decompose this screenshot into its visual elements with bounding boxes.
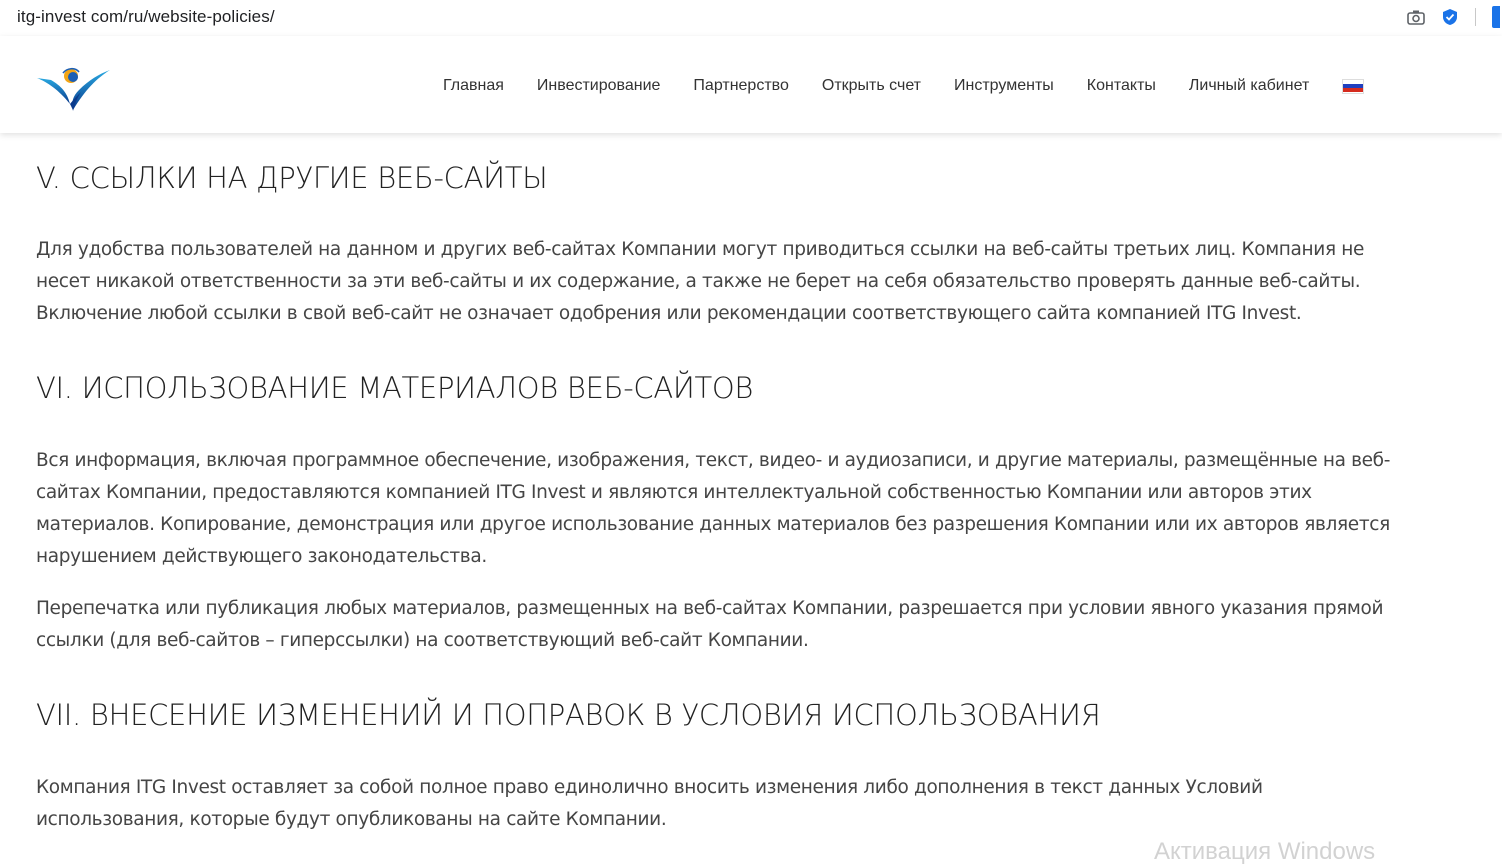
nav-item-contacts[interactable]: Контакты bbox=[1087, 77, 1156, 95]
language-flag-ru[interactable] bbox=[1342, 78, 1365, 94]
section-paragraph: Перепечатка или публикация любых материа… bbox=[36, 598, 1384, 651]
nav-item-investing[interactable]: Инвестирование bbox=[537, 77, 661, 95]
section-heading-materials: VI. ИСПОЛЬЗОВАНИЕ МАТЕРИАЛОВ ВЕБ-САЙТОВ bbox=[36, 371, 754, 405]
toolbar-divider bbox=[1475, 8, 1476, 26]
camera-icon[interactable] bbox=[1407, 8, 1425, 26]
windows-activation-watermark: Активация Windows bbox=[1154, 838, 1376, 865]
nav-item-tools[interactable]: Инструменты bbox=[954, 77, 1054, 95]
section-paragraph: Для удобства пользователей на данном и д… bbox=[36, 239, 1365, 324]
section-heading-links: V. ССЫЛКИ НА ДРУГИЕ ВЕБ-САЙТЫ bbox=[36, 161, 548, 195]
section-paragraph: Компания ITG Invest оставляет за собой п… bbox=[36, 777, 1263, 830]
extension-icon[interactable] bbox=[1492, 6, 1500, 28]
main-nav: Главная Инвестирование Партнерство Откры… bbox=[443, 77, 1365, 95]
section-paragraph: Вся информация, включая программное обес… bbox=[36, 450, 1391, 567]
site-header: Главная Инвестирование Партнерство Откры… bbox=[0, 36, 1502, 133]
itg-invest-logo[interactable] bbox=[37, 64, 111, 112]
shield-check-icon[interactable] bbox=[1441, 8, 1459, 26]
nav-item-partnership[interactable]: Партнерство bbox=[693, 77, 788, 95]
flag-stripe-red bbox=[1343, 88, 1364, 93]
url-text[interactable]: itg-invest com/ru/website-policies/ bbox=[17, 7, 275, 27]
section-heading-changes: VII. ВНЕСЕНИЕ ИЗМЕНЕНИЙ И ПОПРАВОК В УСЛ… bbox=[36, 698, 1101, 732]
nav-item-open-account[interactable]: Открыть счет bbox=[822, 77, 921, 95]
browser-toolbar-icons bbox=[1407, 6, 1502, 28]
browser-address-bar[interactable]: itg-invest com/ru/website-policies/ bbox=[0, 0, 1502, 36]
nav-item-home[interactable]: Главная bbox=[443, 77, 504, 95]
nav-item-personal-account[interactable]: Личный кабинет bbox=[1189, 77, 1309, 95]
